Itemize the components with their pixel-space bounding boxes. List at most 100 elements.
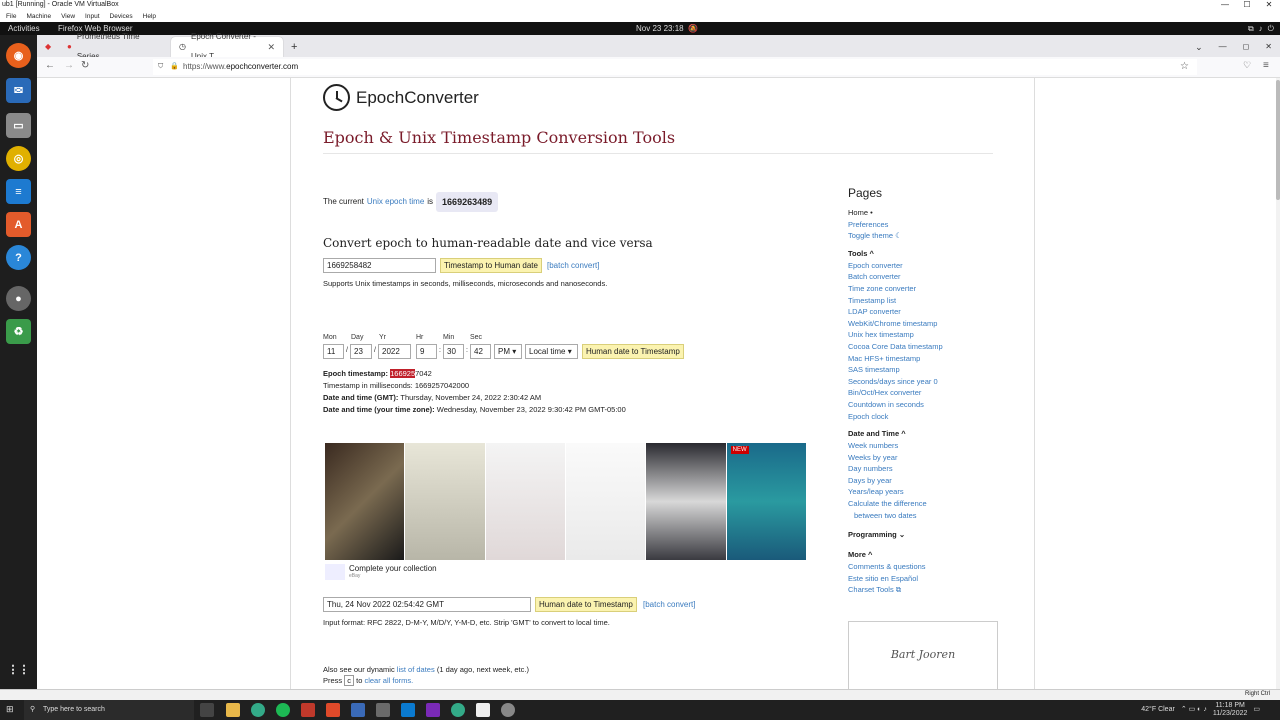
- sidebar-tool[interactable]: Mac HFS+ timestamp: [848, 354, 1018, 366]
- sidebar-more[interactable]: Charset Tools ⧉: [848, 585, 1018, 597]
- vbox-menu-help[interactable]: Help: [143, 11, 156, 22]
- chrome2-icon[interactable]: [451, 703, 465, 717]
- day-input[interactable]: 23: [350, 344, 372, 359]
- system-tray[interactable]: ⧉ ♪ ⏻: [1248, 22, 1274, 35]
- window-max-icon[interactable]: ◻: [1235, 37, 1258, 57]
- sidebar-more[interactable]: Comments & questions: [848, 562, 1018, 574]
- rfc-batch-convert-link[interactable]: [batch convert]: [643, 600, 695, 609]
- sidebar-dt[interactable]: Weeks by year: [848, 453, 1018, 465]
- software-icon[interactable]: A: [6, 212, 31, 237]
- rhythmbox-icon[interactable]: ◎: [6, 146, 31, 171]
- tray-icons[interactable]: ⌃ ▭ ◐ ♪: [1181, 706, 1207, 714]
- task-view-icon[interactable]: [200, 703, 214, 717]
- vbox-menu-file[interactable]: File: [6, 11, 16, 22]
- rfc-human-to-timestamp-button[interactable]: Human date to Timestamp: [535, 597, 637, 612]
- ad-banner[interactable]: NEW: [325, 443, 807, 560]
- sidebar-tool[interactable]: Unix hex timestamp: [848, 330, 1018, 342]
- more-section-title[interactable]: More ^: [848, 550, 1018, 562]
- help-icon[interactable]: ?: [6, 245, 31, 270]
- sidebar-tool[interactable]: Seconds/days since year 0: [848, 377, 1018, 389]
- bookmark-star-icon[interactable]: ☆: [1180, 59, 1189, 75]
- sidebar-dt[interactable]: Years/leap years: [848, 487, 1018, 499]
- vbox-menu-view[interactable]: View: [61, 11, 75, 22]
- close-icon[interactable]: ✕: [1258, 0, 1280, 11]
- programming-section-title[interactable]: Programming ⌄: [848, 530, 1018, 542]
- sidebar-more[interactable]: Este sitio en Español: [848, 574, 1018, 586]
- reload-icon[interactable]: ↻: [81, 60, 89, 71]
- sidebar-tool[interactable]: Epoch clock: [848, 412, 1018, 424]
- files-icon[interactable]: ▭: [6, 113, 31, 138]
- close-tab-icon[interactable]: ✕: [267, 37, 275, 57]
- sidebar-tool[interactable]: LDAP converter: [848, 307, 1018, 319]
- mon-input[interactable]: 11: [323, 344, 344, 359]
- sidebar-toggle-theme[interactable]: Toggle theme ☾: [848, 231, 1018, 243]
- notepad-icon[interactable]: [476, 703, 490, 717]
- back-icon[interactable]: ←: [45, 60, 55, 71]
- sidebar-dt[interactable]: Day numbers: [848, 464, 1018, 476]
- epoch-result-rest[interactable]: 7042: [415, 369, 432, 378]
- page-scrollbar[interactable]: [1276, 78, 1280, 689]
- timezone-select[interactable]: Local time ▾: [525, 344, 578, 359]
- window-min-icon[interactable]: —: [1211, 37, 1235, 57]
- windows-start-icon[interactable]: ⊞: [6, 704, 14, 715]
- clock-time[interactable]: 11:18 PM: [1213, 702, 1248, 710]
- url-bar[interactable]: ⛉ 🔒 https://www.epochconverter.com ☆: [153, 59, 1197, 75]
- activities-button[interactable]: Activities: [8, 22, 40, 35]
- notification-icon[interactable]: ▭: [1253, 706, 1260, 714]
- pocket-icon[interactable]: ♡: [1243, 60, 1251, 71]
- sidebar-dt[interactable]: between two dates: [848, 511, 1018, 523]
- thunderbird-icon[interactable]: ✉: [6, 78, 31, 103]
- office-icon[interactable]: [326, 703, 340, 717]
- sidebar-tool[interactable]: SAS timestamp: [848, 365, 1018, 377]
- ad-caption[interactable]: Complete your collection eBay: [325, 564, 437, 580]
- sidebar-preferences[interactable]: Preferences: [848, 220, 1018, 232]
- second-input[interactable]: 42: [470, 344, 491, 359]
- tab-epoch-converter[interactable]: ◷ Epoch Converter - Unix T ✕: [171, 32, 283, 61]
- shield-icon[interactable]: ⛉: [158, 59, 163, 75]
- timestamp-to-human-button[interactable]: Timestamp to Human date: [440, 258, 542, 273]
- show-apps-icon[interactable]: ⋮⋮: [6, 657, 31, 682]
- sidebar-dt[interactable]: Calculate the difference: [848, 499, 1018, 511]
- settings-icon[interactable]: [501, 703, 515, 717]
- vscode-icon[interactable]: [401, 703, 415, 717]
- onenote-icon[interactable]: [426, 703, 440, 717]
- rfc-date-input[interactable]: Thu, 24 Nov 2022 02:54:42 GMT: [323, 597, 531, 612]
- taskbar-search[interactable]: ⚲ Type here to search: [24, 700, 194, 720]
- sidebar-tool[interactable]: Timestamp list: [848, 296, 1018, 308]
- sidebar-tool[interactable]: WebKit/Chrome timestamp: [848, 319, 1018, 331]
- vbox-menu-input[interactable]: Input: [85, 11, 99, 22]
- clear-forms-link[interactable]: clear all forms.: [364, 676, 413, 685]
- human-to-timestamp-button[interactable]: Human date to Timestamp: [582, 344, 684, 359]
- list-tabs-icon[interactable]: ⌄: [1187, 37, 1211, 57]
- ad-image[interactable]: [565, 443, 646, 560]
- forward-icon[interactable]: →: [64, 60, 74, 71]
- app-icon[interactable]: [301, 703, 315, 717]
- firefox-view-icon[interactable]: ◆: [37, 37, 59, 57]
- sidebar-tool[interactable]: Countdown in seconds: [848, 400, 1018, 412]
- site-logo[interactable]: EpochConverter: [323, 84, 479, 111]
- ad-image[interactable]: [646, 443, 726, 560]
- trash-icon[interactable]: ♻: [6, 319, 31, 344]
- sidebar-tool[interactable]: Epoch converter: [848, 261, 1018, 273]
- firefox-icon[interactable]: ◉: [6, 43, 31, 68]
- batch-convert-link[interactable]: [batch convert]: [547, 261, 599, 270]
- sidebar-tool[interactable]: Batch converter: [848, 272, 1018, 284]
- list-of-dates-link[interactable]: list of dates: [397, 665, 435, 674]
- minute-input[interactable]: 30: [443, 344, 464, 359]
- hour-input[interactable]: 9: [416, 344, 437, 359]
- sidebar-dt[interactable]: Week numbers: [848, 441, 1018, 453]
- sidebar-dt[interactable]: Days by year: [848, 476, 1018, 488]
- new-tab-icon[interactable]: +: [283, 37, 305, 57]
- unix-epoch-link[interactable]: Unix epoch time: [367, 194, 424, 210]
- disc-icon[interactable]: ●: [6, 286, 31, 311]
- lock-icon[interactable]: 🔒: [170, 59, 179, 75]
- minimize-icon[interactable]: —: [1214, 0, 1236, 11]
- sidebar-tool[interactable]: Bin/Oct/Hex converter: [848, 388, 1018, 400]
- epoch-selected-text[interactable]: 166925: [390, 369, 416, 378]
- clock-date[interactable]: 11/23/2022: [1213, 710, 1248, 718]
- sidebar-tool[interactable]: Time zone converter: [848, 284, 1018, 296]
- explorer-icon[interactable]: [226, 703, 240, 717]
- ad-image[interactable]: NEW: [726, 443, 806, 560]
- tools-section-title[interactable]: Tools ^: [848, 249, 1018, 261]
- window-close-icon[interactable]: ✕: [1257, 37, 1280, 57]
